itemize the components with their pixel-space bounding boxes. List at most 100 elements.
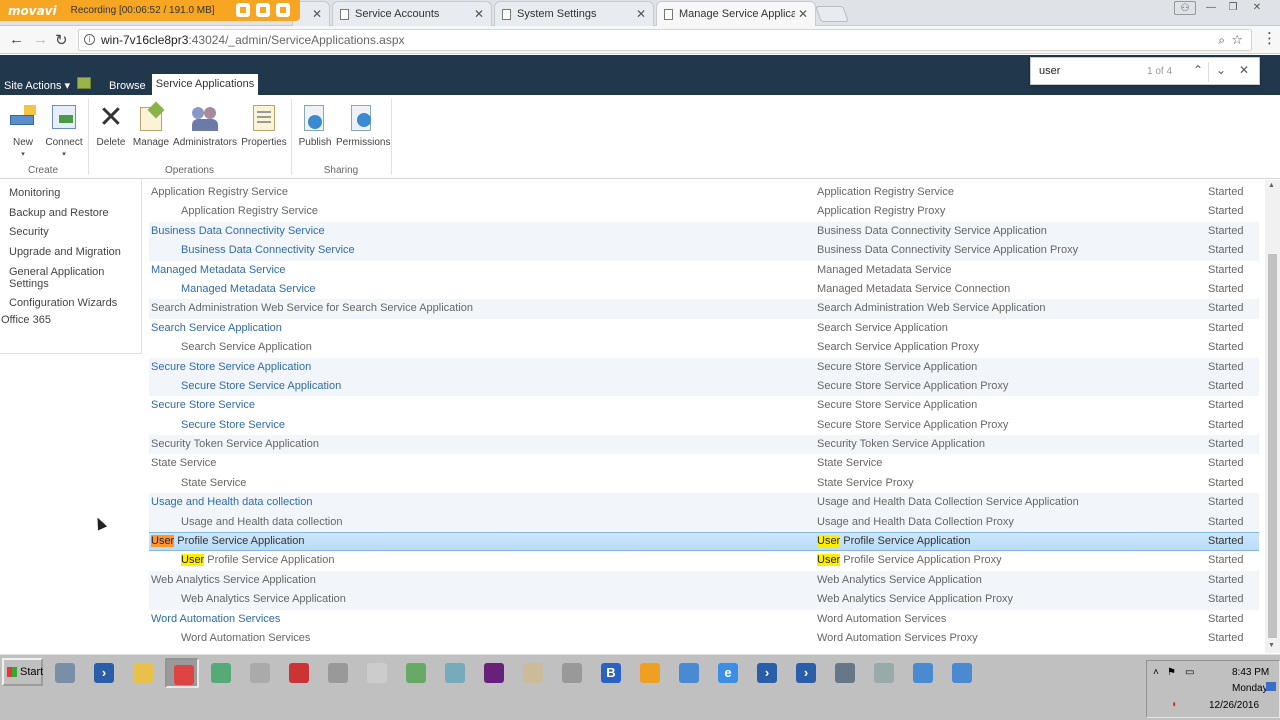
table-row[interactable]: Usage and Health data collection Usage an…	[149, 512, 1259, 533]
table-row[interactable]: Business Data Connectivity Service Busine…	[149, 221, 1259, 242]
powershell-2-icon[interactable]: ›	[750, 658, 784, 688]
tab-browse[interactable]: Browse	[109, 80, 146, 92]
server-manager-icon[interactable]	[48, 658, 82, 688]
compass-icon[interactable]	[282, 658, 316, 688]
browser-tab-manage-service-applications[interactable]: Manage Service Application ✕	[656, 1, 816, 26]
info-icon[interactable]: i	[84, 34, 95, 45]
connect-button[interactable]: Connect ▾	[44, 103, 84, 159]
table-row[interactable]: Managed Metadata Service Managed Metadata…	[149, 280, 1259, 299]
minimize-button[interactable]: —	[1200, 1, 1222, 15]
remote-desktop-icon[interactable]	[945, 658, 979, 688]
new-tab-button[interactable]	[815, 6, 849, 22]
record-settings-button[interactable]	[236, 3, 250, 17]
table-row[interactable]: Secure Store Service Secure Store Service…	[149, 416, 1259, 435]
table-row[interactable]: Application Registry Service Application …	[149, 202, 1259, 221]
recycle-icon[interactable]	[399, 658, 433, 688]
window-close-button[interactable]: ✕	[1246, 1, 1268, 15]
zoom-icon[interactable]: ⌕	[1218, 30, 1225, 50]
table-row[interactable]: Secure Store Service Application Secure S…	[149, 376, 1259, 397]
service-name-link[interactable]: Usage and Health data collection	[181, 513, 342, 532]
network-icon[interactable]: ▭	[1185, 667, 1194, 678]
service-name-link[interactable]: Application Registry Service	[181, 202, 318, 221]
show-desktop-icon[interactable]	[1266, 682, 1276, 691]
explorer-icon[interactable]	[126, 658, 160, 688]
table-row[interactable]: Secure Store Service Secure Store Service…	[149, 396, 1259, 415]
service-name-link[interactable]: Web Analytics Service Application	[181, 590, 346, 609]
close-icon[interactable]: ✕	[798, 7, 808, 21]
menu-icon[interactable]: ⋮	[1262, 29, 1277, 47]
url-input[interactable]: i win-7v16cle8pr3:43024/_admin/ServiceAp…	[78, 29, 1252, 51]
close-icon[interactable]: ✕	[474, 7, 484, 21]
service-name-link[interactable]: Application Registry Service	[151, 183, 288, 202]
table-row[interactable]: Search Administration Web Service for Se…	[149, 299, 1259, 319]
flag-icon[interactable]: ⚑	[1167, 667, 1176, 678]
service-name-link[interactable]: Word Automation Services	[151, 610, 280, 629]
nav-office-365[interactable]: Office 365	[1, 314, 51, 326]
browser-tab-system-settings[interactable]: System Settings ✕	[494, 1, 654, 26]
network-icon[interactable]	[204, 658, 238, 688]
stop-button[interactable]	[276, 3, 290, 17]
start-button[interactable]: Start	[2, 658, 43, 686]
service-name-link[interactable]: Search Administration Web Service for Se…	[151, 299, 473, 318]
browser-tab-service-accounts[interactable]: Service Accounts ✕	[332, 1, 492, 26]
scrollbar-thumb[interactable]	[1268, 254, 1277, 638]
satellite-icon[interactable]	[321, 658, 355, 688]
service-name-link[interactable]: Security Token Service Application	[151, 435, 319, 454]
clock-icon[interactable]	[360, 658, 394, 688]
scissors-icon[interactable]	[633, 658, 667, 688]
bookmark-star-icon[interactable]: ☆	[1231, 30, 1243, 50]
manage-button[interactable]: Manage	[132, 101, 170, 148]
nav-upgrade-and-migration[interactable]: Upgrade and Migration	[9, 246, 134, 258]
table-row[interactable]: User Profile Service Application User Pro…	[149, 551, 1259, 570]
permissions-button[interactable]: Permissions	[336, 103, 390, 148]
tool-icon[interactable]	[243, 658, 277, 688]
console-icon[interactable]	[906, 658, 940, 688]
table-row[interactable]: Usage and Health data collection Usage an…	[149, 493, 1259, 513]
nav-backup-and-restore[interactable]: Backup and Restore	[9, 207, 134, 219]
table-row[interactable]: Word Automation Services Word Automation …	[149, 610, 1259, 629]
chrome-icon[interactable]	[165, 658, 199, 688]
powershell-3-icon[interactable]: ›	[789, 658, 823, 688]
find-input[interactable]: user	[1039, 65, 1060, 77]
pause-button[interactable]	[256, 3, 270, 17]
service-name-link[interactable]: Secure Store Service Application	[181, 377, 341, 396]
service-name-link[interactable]: Web Analytics Service Application	[151, 571, 316, 590]
service-name-link[interactable]: Business Data Connectivity Service	[151, 222, 325, 241]
clock-time[interactable]: 8:43 PM	[1232, 667, 1269, 678]
maximize-button[interactable]: ❐	[1222, 1, 1244, 15]
properties-button[interactable]: Properties	[240, 103, 288, 148]
nav-monitoring[interactable]: Monitoring	[9, 187, 134, 199]
administrators-button[interactable]: Administrators	[172, 103, 238, 148]
chevron-down-icon[interactable]: ⌄	[1216, 63, 1226, 77]
nav-configuration-wizards[interactable]: Configuration Wizards	[9, 297, 134, 309]
table-row[interactable]: Secure Store Service Application Secure S…	[149, 357, 1259, 377]
network-tools-icon[interactable]	[672, 658, 706, 688]
service-name-link[interactable]: Secure Store Service	[181, 416, 285, 435]
service-name-link[interactable]: Search Service Application	[151, 319, 282, 338]
service-name-link[interactable]: User Profile Service Application	[181, 551, 334, 570]
service-name-link[interactable]: State Service	[151, 454, 216, 473]
forward-arrow-icon[interactable]: →	[33, 31, 48, 48]
powershell-icon[interactable]: ›	[87, 658, 121, 688]
table-row[interactable]: User Profile Service Application User Pro…	[149, 532, 1259, 552]
table-row[interactable]: Managed Metadata Service Managed Metadata…	[149, 261, 1259, 280]
publish-button[interactable]: Publish	[298, 103, 332, 148]
tray-expand-icon[interactable]: ˄	[1153, 667, 1159, 678]
settings-tools-icon[interactable]	[555, 658, 589, 688]
table-row[interactable]: Business Data Connectivity Service Busine…	[149, 241, 1259, 261]
scroll-up-icon[interactable]: ▲	[1268, 182, 1275, 189]
internet-explorer-icon[interactable]: e	[711, 658, 745, 688]
service-name-link[interactable]: Secure Store Service Application	[151, 358, 311, 377]
table-row[interactable]: Search Service Application Search Service…	[149, 338, 1259, 357]
scroll-down-icon[interactable]: ▼	[1268, 642, 1275, 649]
table-row[interactable]: Word Automation Services Word Automation …	[149, 629, 1259, 648]
site-actions-menu[interactable]: Site Actions ▾	[4, 79, 70, 92]
service-name-link[interactable]: Secure Store Service	[151, 396, 255, 415]
service-name-link[interactable]: Word Automation Services	[181, 629, 310, 648]
chevron-up-icon[interactable]: ⌃	[1193, 63, 1203, 77]
table-row[interactable]: Search Service Application Search Service…	[149, 319, 1259, 338]
close-icon[interactable]: ✕	[636, 7, 646, 21]
close-find-icon[interactable]: ✕	[1239, 63, 1249, 77]
service-name-link[interactable]: User Profile Service Application	[151, 533, 304, 550]
table-row[interactable]: State Service State Service Proxy Started	[149, 474, 1259, 493]
